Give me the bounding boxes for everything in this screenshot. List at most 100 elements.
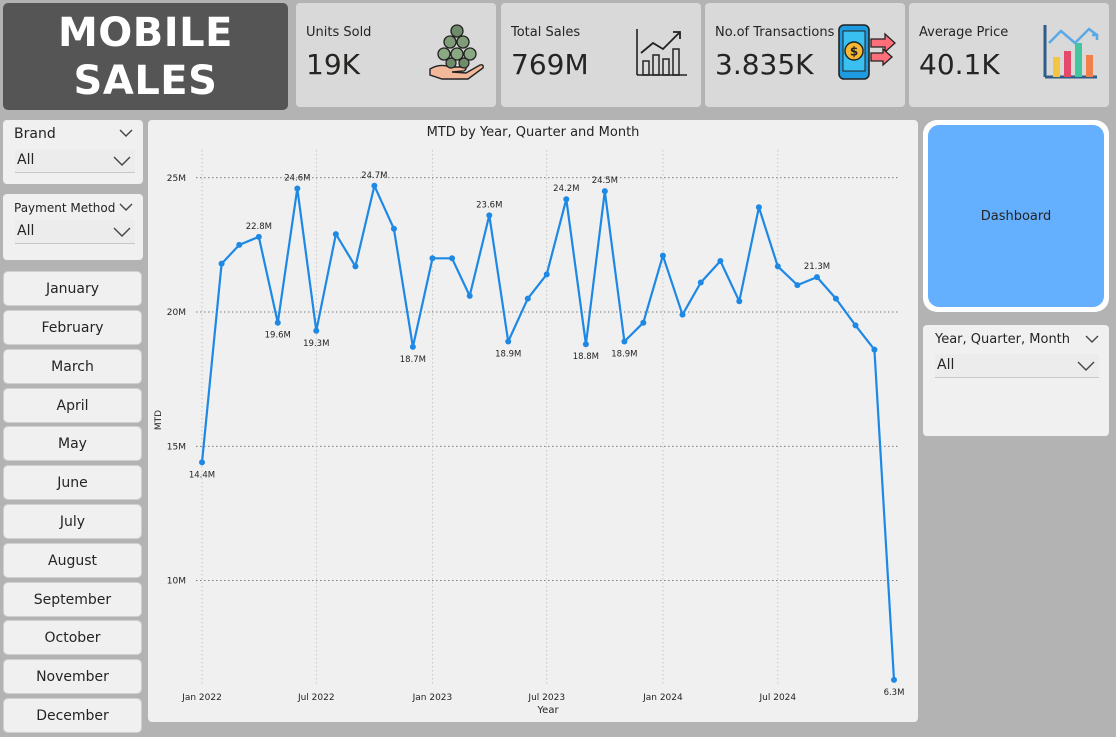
chevron-down-icon [1077,361,1095,371]
data-point [697,279,704,286]
data-point [409,343,416,350]
kpi-value: 3.835K [715,48,814,81]
dropdown-value: All [17,223,35,239]
data-point [332,231,339,238]
data-point [352,263,359,270]
data-point [659,252,666,259]
data-label: 18.8M [573,352,599,362]
month-button-march[interactable]: March [3,349,142,384]
x-tick-label: Jan 2023 [412,693,453,703]
payment-method-dropdown[interactable]: All [15,220,135,244]
data-point [736,298,743,305]
phone-payment-icon: $ [838,24,896,80]
data-point [486,212,493,219]
data-point [891,676,897,683]
kpi-card-units-sold: Units Sold 19K [296,3,496,107]
month-button-june[interactable]: June [3,465,142,500]
data-point [313,327,320,334]
dropdown-value: All [937,357,955,373]
kpi-value: 769M [511,48,589,81]
brand-dropdown[interactable]: All [15,149,135,173]
data-point [466,292,473,299]
bar-chart-icon [1043,25,1099,79]
chevron-down-icon [113,227,131,237]
dropdown-value: All [17,152,35,168]
data-label: 24.2M [553,184,579,194]
data-point [717,257,724,264]
data-label: 18.9M [611,350,637,360]
month-button-december[interactable]: December [3,698,142,733]
data-label: 24.5M [592,176,618,186]
data-point [543,271,550,278]
data-point [601,188,608,195]
x-tick-label: Jul 2023 [527,693,565,703]
growth-chart-icon [636,29,687,76]
data-point [449,255,456,262]
kpi-label: Average Price [919,25,1009,40]
data-point [236,241,243,248]
month-button-february[interactable]: February [3,310,142,345]
year-quarter-month-slicer: Year, Quarter, Month All [923,325,1109,436]
month-button-november[interactable]: November [3,659,142,694]
x-tick-label: Jul 2024 [759,693,797,703]
data-point [218,260,225,267]
data-point [371,182,378,189]
coins-hand-icon [429,24,484,80]
month-button-october[interactable]: October [3,620,142,655]
x-tick-label: Jan 2024 [642,693,683,703]
y-axis-label: MTD [154,410,164,430]
brand-slicer: Brand All [3,120,143,184]
data-point [255,233,262,240]
month-button-january[interactable]: January [3,271,142,306]
x-tick-label: Jul 2022 [297,693,335,703]
kpi-value: 40.1K [919,48,1000,81]
kpi-value: 19K [306,48,360,81]
data-point [563,196,570,203]
data-point [871,346,878,353]
data-point [582,341,589,348]
dashboard-button[interactable]: Dashboard [923,120,1109,312]
kpi-label: Total Sales [511,25,581,40]
chart-canvas: MTD by Year, Quarter and Month MTD Year … [154,125,905,716]
title-line-2: SALES [73,57,218,104]
data-point [852,322,859,329]
data-point [524,295,531,302]
data-point [390,225,397,232]
slicer-title: Payment Method [14,201,116,215]
month-button-may[interactable]: May [3,426,142,461]
month-button-august[interactable]: August [3,543,142,578]
data-label: 23.6M [476,200,502,210]
data-label: 14.4M [189,470,215,480]
data-point [429,255,436,262]
report-title: MOBILE SALES [3,3,288,110]
chart-title: MTD by Year, Quarter and Month [427,125,640,140]
x-axis-label: Year [536,705,559,716]
y-tick-label: 10M [167,577,186,587]
chevron-down-icon [113,156,131,166]
payment-method-slicer: Payment Method All [3,194,143,260]
chevron-down-icon[interactable] [119,202,133,212]
chevron-down-icon[interactable] [1085,334,1099,344]
year-quarter-month-dropdown[interactable]: All [935,354,1099,378]
data-point [640,319,647,326]
data-point [832,295,839,302]
data-point [274,319,281,326]
x-tick-label: Jan 2022 [181,693,222,703]
month-button-july[interactable]: July [3,504,142,539]
mtd-line-chart: MTD by Year, Quarter and Month MTD Year … [148,120,918,722]
y-tick-label: 15M [167,442,186,452]
data-label: 18.7M [400,355,426,365]
month-button-september[interactable]: September [3,582,142,617]
dashboard-button-label: Dashboard [928,125,1104,307]
data-point [199,459,205,466]
data-point [621,338,628,345]
data-point [794,282,801,289]
slicer-title: Brand [14,126,56,142]
title-line-1: MOBILE [58,9,233,56]
data-label: 6.3M [884,688,905,698]
slicer-title: Year, Quarter, Month [935,332,1071,347]
kpi-card-total-sales: Total Sales 769M [501,3,701,107]
chevron-down-icon[interactable] [119,128,133,138]
y-tick-label: 20M [167,308,186,318]
month-button-april[interactable]: April [3,388,142,423]
